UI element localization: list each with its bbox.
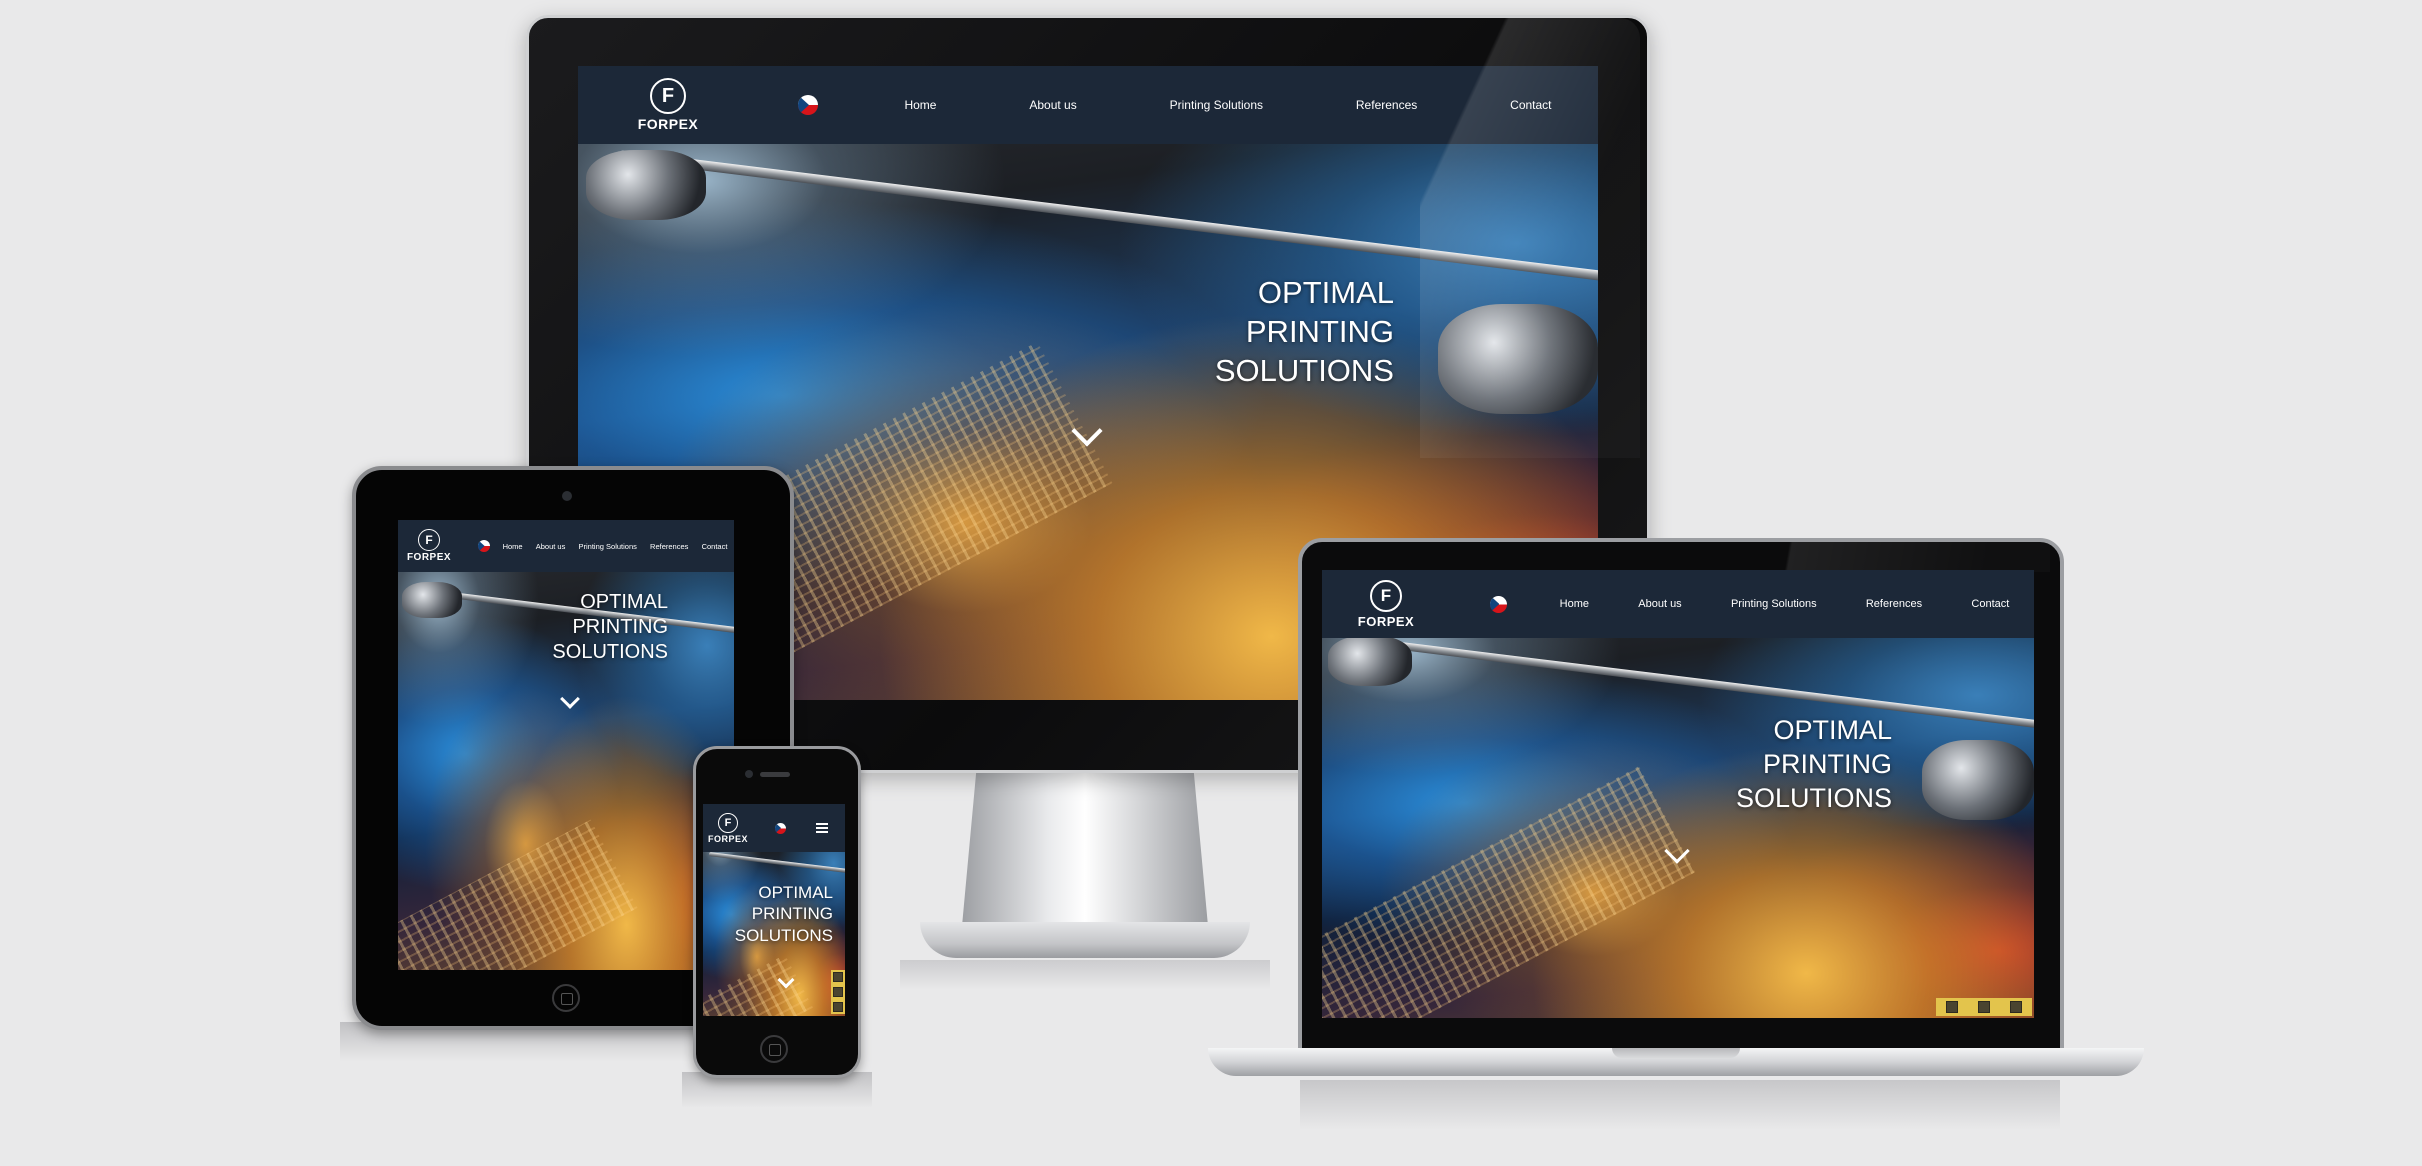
tablet-home-button[interactable] <box>552 984 580 1012</box>
nav-references[interactable]: References <box>1866 598 1922 610</box>
hero-line: PRINTING <box>1245 313 1394 349</box>
laptop-gloss <box>1760 542 2050 572</box>
printer-rod <box>708 852 845 875</box>
laptop-shadow <box>1300 1080 2060 1130</box>
nav-about-us[interactable]: About us <box>536 542 566 551</box>
city-lights <box>398 819 638 970</box>
side-widget-bar <box>1936 998 2032 1016</box>
mail-icon[interactable] <box>833 986 843 997</box>
hamburger-menu-icon[interactable] <box>816 823 828 833</box>
hero-line: OPTIMAL <box>580 591 668 613</box>
nav-contact[interactable]: Contact <box>1971 598 2009 610</box>
logo-mark: F <box>718 812 738 833</box>
nav-references[interactable]: References <box>1356 98 1417 112</box>
phone-screen: F FORPEX OPTIMAL PRINTING SOLUTIONS <box>703 804 845 1016</box>
forpex-logo[interactable]: F FORPEX <box>703 812 753 844</box>
printer-nozzle <box>586 150 706 220</box>
hero-line: SOLUTIONS <box>1214 352 1394 388</box>
printer-nozzle <box>402 582 462 618</box>
logo-text: FORPEX <box>637 116 699 132</box>
document-icon[interactable] <box>2010 1001 2022 1013</box>
laptop-screen: F FORPEX Home About us Printing Solution… <box>1322 570 2034 1018</box>
logo-text: FORPEX <box>1357 613 1415 629</box>
monitor-reflection <box>900 960 1270 990</box>
nav-home[interactable]: Home <box>1560 598 1589 610</box>
side-widget-bar <box>831 970 845 1014</box>
laptop-nav-links: Home About us Printing Solutions Referen… <box>1535 598 2034 610</box>
tablet-camera <box>562 491 572 501</box>
laptop-opening-notch <box>1612 1048 1740 1058</box>
mail-icon[interactable] <box>1978 1001 1990 1013</box>
hero-line: PRINTING <box>572 616 668 638</box>
chevron-down-icon[interactable] <box>560 689 580 709</box>
monitor-stand-foot <box>920 922 1250 958</box>
hero-heading: OPTIMAL PRINTING SOLUTIONS <box>735 882 833 946</box>
phone-navbar: F FORPEX <box>703 804 845 852</box>
czech-flag-icon[interactable] <box>1490 595 1507 613</box>
hero-line: PRINTING <box>1762 748 1892 779</box>
document-icon[interactable] <box>833 1001 843 1012</box>
logo-text: FORPEX <box>707 833 748 844</box>
hero-line: SOLUTIONS <box>552 641 668 663</box>
printer-nozzle <box>1328 636 1412 686</box>
hero-line: SOLUTIONS <box>1735 782 1892 813</box>
edit-icon[interactable] <box>1946 1001 1958 1013</box>
edit-icon[interactable] <box>833 972 843 983</box>
forpex-logo[interactable]: F FORPEX <box>398 529 460 563</box>
nav-about-us[interactable]: About us <box>1029 98 1076 112</box>
logo-mark: F <box>1370 579 1402 612</box>
czech-flag-icon[interactable] <box>775 822 786 834</box>
monitor-stand-neck <box>962 766 1208 926</box>
czech-flag-icon[interactable] <box>478 540 490 552</box>
phone-speaker <box>760 772 790 777</box>
logo-mark: F <box>418 529 440 551</box>
tablet-nav-links: Home About us Printing Solutions Referen… <box>496 542 734 551</box>
nav-printing-solutions[interactable]: Printing Solutions <box>1170 98 1263 112</box>
city-lights <box>703 954 813 1016</box>
phone-camera <box>745 770 753 778</box>
hero-line: OPTIMAL <box>758 883 833 902</box>
monitor-gloss <box>1420 18 1640 458</box>
forpex-logo[interactable]: F FORPEX <box>578 78 758 132</box>
czech-flag-icon[interactable] <box>798 95 818 115</box>
hero-line: PRINTING <box>751 904 833 924</box>
forpex-logo[interactable]: F FORPEX <box>1322 579 1450 629</box>
hero-heading: OPTIMAL PRINTING SOLUTIONS <box>552 590 668 665</box>
hero-heading: OPTIMAL PRINTING SOLUTIONS <box>1215 274 1394 390</box>
logo-mark: F <box>650 78 686 114</box>
tablet-screen: F FORPEX Home About us Printing Solution… <box>398 520 734 970</box>
phone-home-button[interactable] <box>760 1035 788 1063</box>
printer-rod <box>1351 636 2034 732</box>
nav-contact[interactable]: Contact <box>702 542 728 551</box>
nav-home[interactable]: Home <box>503 542 523 551</box>
nav-home[interactable]: Home <box>904 98 936 112</box>
logo-text: FORPEX <box>406 552 452 563</box>
tablet-navbar: F FORPEX Home About us Printing Solution… <box>398 520 734 572</box>
nav-references[interactable]: References <box>650 542 688 551</box>
hero-heading: OPTIMAL PRINTING SOLUTIONS <box>1736 714 1892 815</box>
hero-line: OPTIMAL <box>1773 715 1892 745</box>
laptop-navbar: F FORPEX Home About us Printing Solution… <box>1322 570 2034 638</box>
nav-about-us[interactable]: About us <box>1638 598 1681 610</box>
hero-line: SOLUTIONS <box>734 925 833 945</box>
city-lights <box>1322 766 1696 1018</box>
nav-printing-solutions[interactable]: Printing Solutions <box>1731 598 1817 610</box>
hero-line: OPTIMAL <box>1257 275 1394 310</box>
nav-printing-solutions[interactable]: Printing Solutions <box>579 542 637 551</box>
printer-nozzle <box>1922 740 2034 820</box>
